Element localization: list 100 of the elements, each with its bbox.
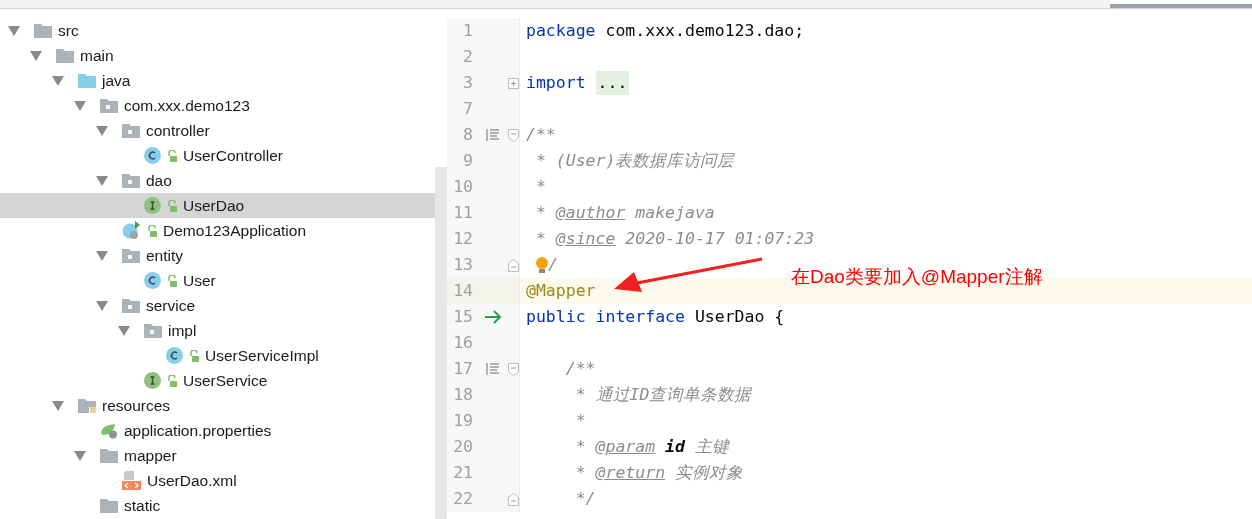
line-number: 20 — [452, 435, 473, 458]
expand-triangle-icon[interactable] — [96, 125, 108, 136]
expand-fold-icon[interactable] — [508, 77, 519, 89]
line-number: 3 — [462, 71, 473, 94]
expand-triangle-icon[interactable] — [52, 400, 64, 411]
expand-triangle-icon[interactable] — [118, 325, 130, 336]
tree-item-label: com.xxx.demo123 — [124, 95, 250, 116]
scrollbar[interactable] — [435, 167, 447, 519]
xml-file-icon — [122, 471, 141, 490]
code-comment: /** — [526, 123, 556, 146]
code-comment: 2020-10-17 01:07:23 — [624, 227, 815, 250]
collapse-fold-icon[interactable] — [508, 128, 519, 142]
tree-item[interactable]: controller — [0, 118, 435, 143]
line-number: 11 — [452, 201, 473, 224]
folder-icon — [100, 498, 118, 513]
collapse-fold-icon[interactable] — [508, 362, 519, 376]
tree-item[interactable]: Demo123Application — [0, 218, 435, 243]
code-keyword: package — [526, 19, 596, 42]
tree-item[interactable]: UserDao.xml — [0, 468, 435, 493]
package-icon — [122, 298, 140, 313]
tree-item[interactable]: impl — [0, 318, 435, 343]
annotation-note: 在Dao类要加入@Mapper注解 — [791, 265, 1043, 289]
class-icon — [144, 147, 161, 164]
expand-triangle-icon[interactable] — [52, 75, 64, 86]
right-arrow-icon[interactable] — [484, 310, 502, 324]
tree-item[interactable]: mapper — [0, 443, 435, 468]
tree-item-label: UserDao.xml — [147, 470, 237, 491]
tree-item[interactable]: resources — [0, 393, 435, 418]
tree-item[interactable]: UserDao — [0, 193, 435, 218]
tree-item[interactable]: UserServiceImpl — [0, 343, 435, 368]
package-icon — [100, 98, 118, 113]
code-comment: * — [534, 175, 546, 198]
code-comment: 实例对象 — [674, 461, 744, 484]
line-number: 16 — [452, 331, 473, 354]
tree-item-label: mapper — [124, 445, 177, 466]
line-number: 9 — [462, 149, 473, 172]
code-doc-tag: @param — [595, 434, 656, 460]
tree-item-label: resources — [102, 395, 171, 416]
code-folded: ... — [595, 70, 630, 96]
expand-triangle-icon[interactable] — [30, 50, 42, 61]
tree-item-label: UserDao — [183, 195, 245, 216]
folder-icon — [56, 48, 74, 63]
tree-item[interactable]: com.xxx.demo123 — [0, 93, 435, 118]
line-number: 18 — [452, 383, 473, 406]
code-doc-tag: @since — [555, 226, 616, 252]
tree-item-label: service — [146, 295, 196, 316]
line-number: 21 — [452, 461, 473, 484]
expand-triangle-icon[interactable] — [74, 100, 86, 111]
tree-item-label: static — [124, 495, 161, 516]
folder-icon — [34, 23, 52, 38]
leaf-icon — [100, 422, 118, 439]
tree-item[interactable]: dao — [0, 168, 435, 193]
folder-icon — [100, 448, 118, 463]
tree-item-label: src — [58, 20, 79, 41]
class-icon — [166, 347, 183, 364]
line-number: 13 — [452, 253, 473, 276]
lock-icon — [167, 149, 177, 162]
tree-item[interactable]: src — [0, 18, 435, 43]
tree-item[interactable]: static — [0, 493, 435, 518]
tree-item[interactable]: entity — [0, 243, 435, 268]
code-comment: makejava — [634, 201, 715, 224]
code-comment: * — [574, 461, 587, 484]
fold-end-icon[interactable] — [508, 492, 519, 506]
code-keyword: import — [526, 71, 587, 94]
code-plain: com.xxx.demo123.dao; — [604, 19, 805, 42]
code-comment: * — [574, 409, 586, 432]
doc-render-icon[interactable] — [486, 129, 500, 141]
tree-item-label: UserService — [183, 370, 268, 391]
lock-icon — [167, 374, 177, 387]
expand-triangle-icon[interactable] — [96, 300, 108, 311]
active-tab[interactable] — [1110, 0, 1252, 8]
folder-icon — [78, 398, 96, 413]
doc-render-icon[interactable] — [486, 363, 500, 375]
tree-item-label: UserServiceImpl — [205, 345, 319, 366]
expand-triangle-icon[interactable] — [96, 250, 108, 261]
tree-item[interactable]: java — [0, 68, 435, 93]
lightbulb-icon[interactable] — [536, 256, 548, 274]
fold-end-icon[interactable] — [508, 258, 519, 272]
line-number: 1 — [462, 19, 473, 42]
tree-item[interactable]: service — [0, 293, 435, 318]
tree-item[interactable]: main — [0, 43, 435, 68]
tree-item-label: main — [80, 45, 114, 66]
line-number: 10 — [452, 175, 473, 198]
tree-item[interactable]: UserController — [0, 143, 435, 168]
tree-item[interactable]: User — [0, 268, 435, 293]
tree-item-label: UserController — [183, 145, 283, 166]
line-number: 8 — [462, 123, 473, 146]
expand-triangle-icon[interactable] — [8, 25, 20, 36]
package-icon — [122, 123, 140, 138]
line-number: 19 — [452, 409, 473, 432]
expand-triangle-icon[interactable] — [74, 450, 86, 461]
lock-icon — [189, 349, 199, 362]
code-keyword: public interface — [526, 305, 685, 328]
expand-triangle-icon[interactable] — [96, 175, 108, 186]
tree-item[interactable]: UserService — [0, 368, 435, 393]
tree-item-label: dao — [146, 170, 172, 191]
code-comment: / — [548, 253, 558, 276]
code-comment: * — [574, 435, 587, 458]
code-comment: */ — [574, 487, 596, 510]
tree-item[interactable]: application.properties — [0, 418, 435, 443]
